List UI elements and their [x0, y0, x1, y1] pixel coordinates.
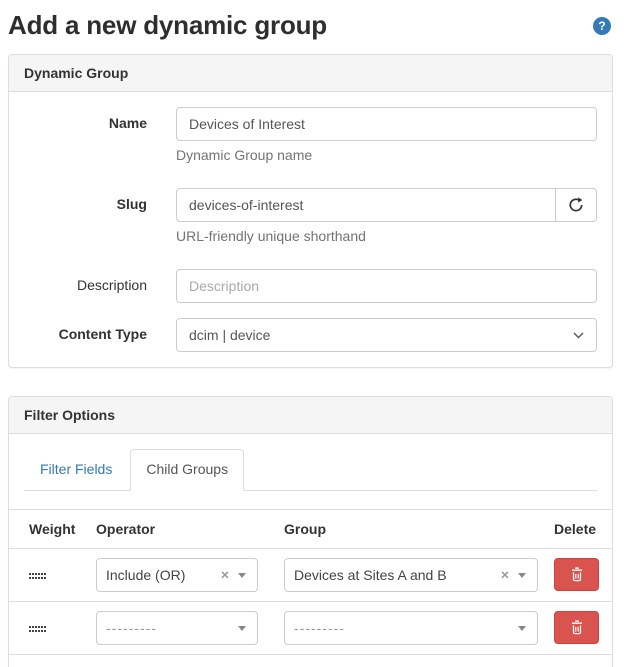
- filter-tabs: Filter Fields Child Groups: [24, 449, 597, 491]
- page-container: Add a new dynamic group ? Dynamic Group …: [8, 10, 613, 667]
- filter-options-panel: Filter Options Filter Fields Child Group…: [8, 396, 613, 667]
- tab-child-groups[interactable]: Child Groups: [130, 449, 244, 491]
- dynamic-group-panel-body: Name Dynamic Group name Slug: [9, 92, 612, 367]
- slug-field-group: Slug URL-friendly unique shorthand: [24, 188, 597, 254]
- question-icon[interactable]: ?: [593, 17, 611, 35]
- content-type-label: Content Type: [24, 318, 147, 352]
- caret-down-icon: [238, 573, 246, 578]
- caret-down-icon: [238, 626, 246, 631]
- operator-selected-value: ---------: [106, 620, 157, 636]
- child-group-row-partial: [9, 654, 612, 667]
- description-input[interactable]: [176, 269, 597, 303]
- trash-icon: [570, 620, 584, 635]
- name-help-text: Dynamic Group name: [176, 147, 597, 163]
- content-type-field-group: Content Type dcim | device: [24, 318, 597, 352]
- page-header: Add a new dynamic group ?: [8, 10, 613, 41]
- column-header-group: Group: [276, 509, 546, 548]
- trash-icon: [570, 567, 584, 582]
- operator-select[interactable]: ---------: [96, 611, 258, 645]
- group-selected-value: Devices at Sites A and B: [294, 567, 447, 583]
- page-title: Add a new dynamic group: [8, 10, 327, 41]
- caret-down-icon: [518, 626, 526, 631]
- chevron-down-icon: [573, 332, 584, 339]
- drag-handle-icon[interactable]: [29, 624, 46, 635]
- column-header-operator: Operator: [88, 509, 276, 548]
- operator-select[interactable]: Include (OR) ×: [96, 558, 258, 592]
- name-input[interactable]: [176, 107, 597, 141]
- description-label: Description: [24, 269, 147, 303]
- slug-label: Slug: [24, 188, 147, 254]
- operator-selected-value: Include (OR): [106, 567, 185, 583]
- clear-selection-icon[interactable]: ×: [501, 567, 509, 581]
- caret-down-icon: [518, 573, 526, 578]
- slug-regenerate-button[interactable]: [555, 188, 597, 222]
- content-type-selected-value: dcim | device: [189, 327, 270, 343]
- dynamic-group-panel-title: Dynamic Group: [9, 55, 612, 92]
- description-field-group: Description: [24, 269, 597, 303]
- dynamic-group-panel: Dynamic Group Name Dynamic Group name Sl…: [8, 54, 613, 368]
- column-header-weight: Weight: [9, 509, 88, 548]
- child-groups-table: Weight Operator Group Delete: [9, 509, 612, 667]
- filter-tabs-wrap: Filter Fields Child Groups: [9, 434, 612, 491]
- delete-row-button[interactable]: [554, 558, 599, 591]
- name-label: Name: [24, 107, 147, 173]
- clear-selection-icon[interactable]: ×: [221, 567, 229, 581]
- filter-options-panel-title: Filter Options: [9, 397, 612, 434]
- group-selected-value: ---------: [294, 620, 345, 636]
- child-group-row: --------- ---------: [9, 601, 612, 654]
- slug-input[interactable]: [176, 188, 556, 222]
- tab-filter-fields[interactable]: Filter Fields: [24, 449, 128, 491]
- name-field-group: Name Dynamic Group name: [24, 107, 597, 173]
- column-header-delete: Delete: [546, 509, 612, 548]
- child-groups-table-header-row: Weight Operator Group Delete: [9, 509, 612, 548]
- delete-row-button[interactable]: [554, 611, 599, 644]
- slug-help-text: URL-friendly unique shorthand: [176, 228, 597, 244]
- refresh-icon: [568, 197, 584, 213]
- group-select[interactable]: Devices at Sites A and B ×: [284, 558, 538, 592]
- content-type-select[interactable]: dcim | device: [176, 318, 597, 352]
- child-group-row: Include (OR) × Devices at Sites A and B …: [9, 548, 612, 601]
- group-select[interactable]: ---------: [284, 611, 538, 645]
- drag-handle-icon[interactable]: [29, 571, 46, 582]
